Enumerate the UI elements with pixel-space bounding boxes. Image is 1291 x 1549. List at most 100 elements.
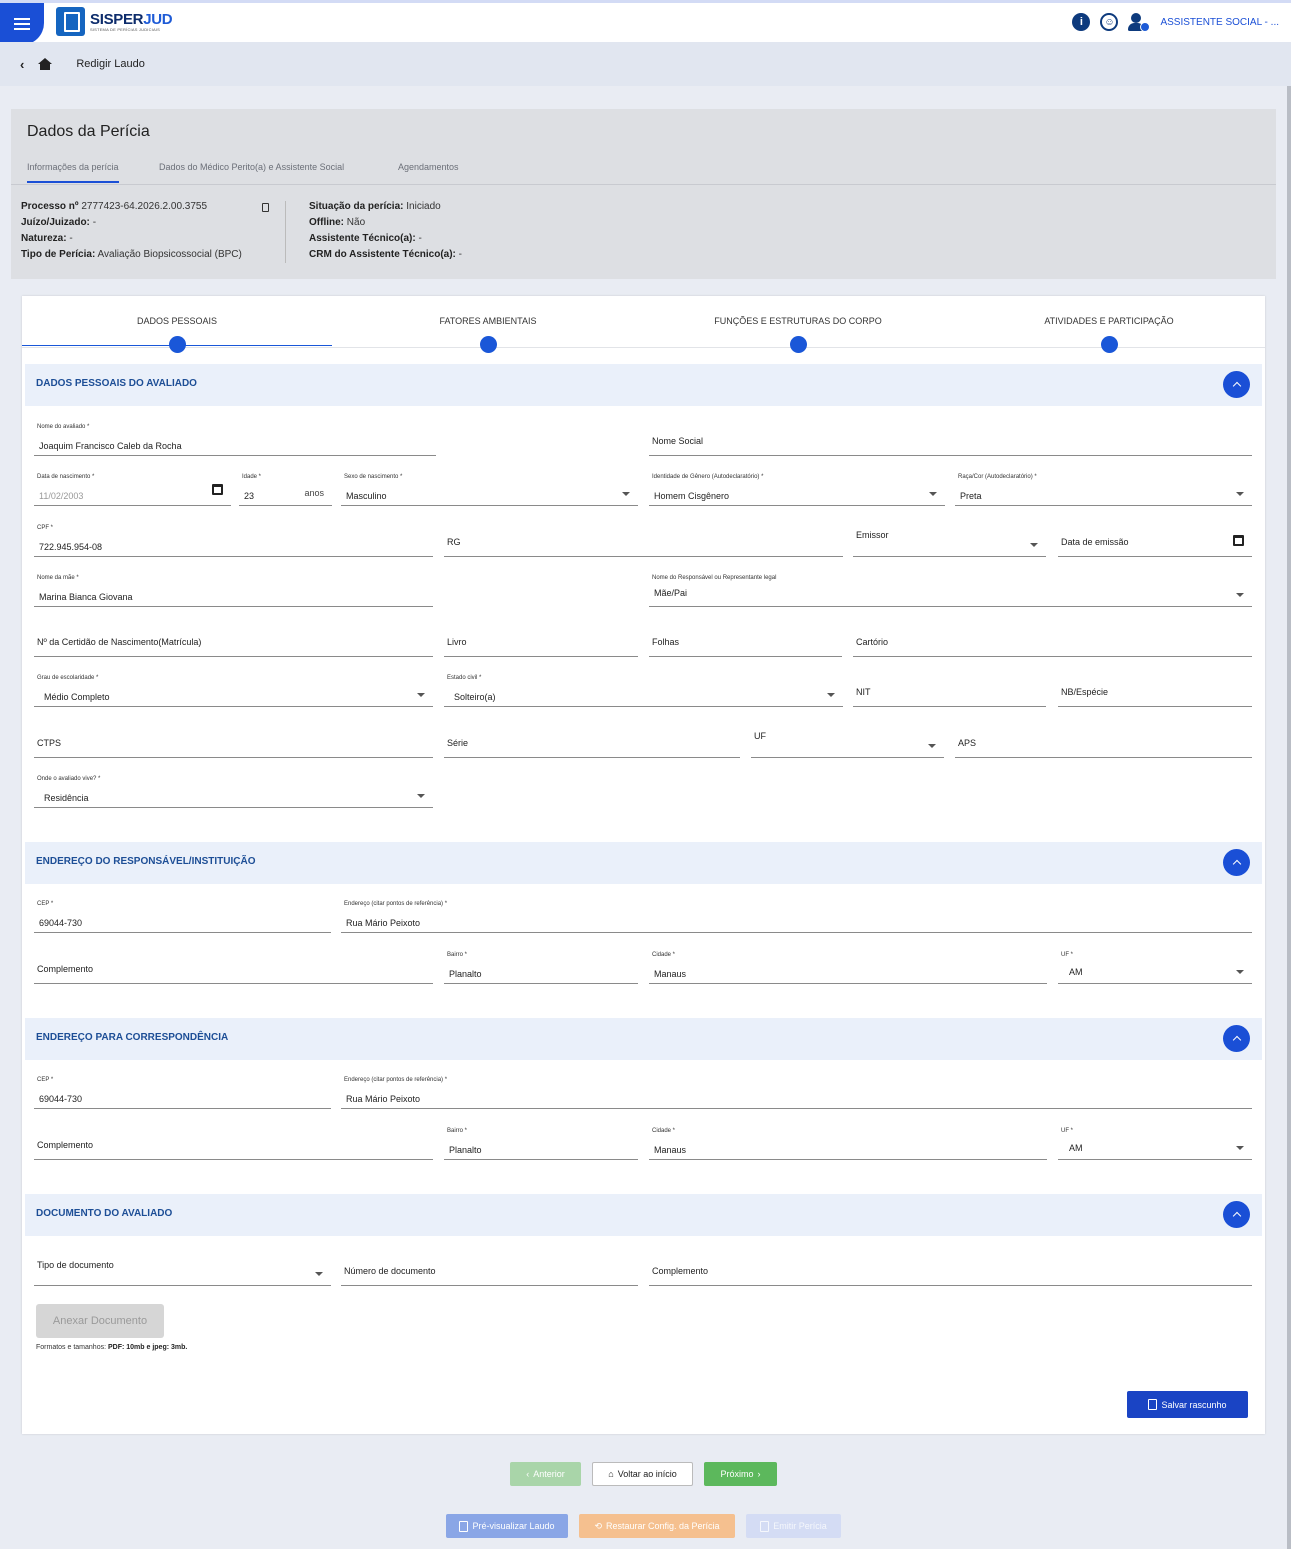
dropdown-caret-icon	[1030, 543, 1038, 547]
copy-icon[interactable]	[262, 203, 269, 212]
uf-correspondencia-select[interactable]: UF * AM	[1058, 1126, 1252, 1160]
stepper: DADOS PESSOAIS FATORES AMBIENTAIS FUNÇÕE…	[22, 296, 1265, 353]
data-nascimento-field[interactable]: Data de nascimento * 11/02/2003	[34, 472, 231, 506]
escolaridade-select[interactable]: Grau de escolaridade * Médio Completo	[34, 673, 433, 707]
crm-label: CRM do Assistente Técnico(a):	[309, 249, 456, 260]
complemento-documento-field[interactable]: Complemento	[649, 1252, 1252, 1286]
restaurar-config-button[interactable]: ⟲ Restaurar Config. da Perícia	[579, 1514, 735, 1538]
dropdown-caret-icon	[417, 794, 425, 798]
nome-social-field[interactable]: Nome Social	[649, 422, 1252, 456]
juizo-label: Juízo/Juizado:	[21, 217, 90, 228]
step-dot[interactable]	[480, 336, 497, 353]
step-funcoes-estruturas[interactable]: FUNÇÕES E ESTRUTURAS DO CORPO	[643, 316, 953, 326]
step-dot[interactable]	[790, 336, 807, 353]
pre-visualizar-laudo-button[interactable]: Pré-visualizar Laudo	[446, 1514, 568, 1538]
tipo-label: Tipo de Perícia:	[21, 249, 96, 260]
uf-endereco-select[interactable]: UF * AM	[1058, 950, 1252, 984]
home-icon[interactable]	[38, 58, 53, 70]
certidao-field[interactable]: Nº da Certidão de Nascimento(Matrícula)	[34, 623, 433, 657]
app-logo[interactable]: SISPERJUD SISTEMA DE PERÍCIAS JUDICIAIS	[56, 7, 173, 36]
complemento-field[interactable]: Complemento	[34, 950, 433, 984]
serie-field[interactable]: Série	[444, 724, 740, 758]
tab-informacoes[interactable]: Informações da perícia	[27, 162, 119, 183]
step-fatores-ambientais[interactable]: FATORES AMBIENTAIS	[333, 316, 643, 326]
natureza-value: -	[69, 233, 73, 244]
idade-field: Idade * 23 anos	[239, 472, 332, 506]
page-title: Dados da Perícia	[27, 123, 150, 140]
formats-hint: Formatos e tamanhos: PDF: 10mb e jpeg: 3…	[36, 1344, 188, 1351]
section-endereco-responsavel: ENDEREÇO DO RESPONSÁVEL/INSTITUIÇÃO	[25, 842, 1262, 884]
onde-vive-select[interactable]: Onde o avaliado vive? * Residência	[34, 774, 433, 808]
dropdown-caret-icon	[622, 492, 630, 496]
nb-especie-field[interactable]: NB/Espécie	[1058, 673, 1252, 707]
anexar-documento-button[interactable]: Anexar Documento	[36, 1304, 164, 1338]
cpf-field[interactable]: CPF * 722.945.954-08	[34, 523, 433, 557]
complemento-correspondencia-field[interactable]: Complemento	[34, 1126, 433, 1160]
uf-select[interactable]: UF	[751, 724, 944, 758]
salvar-rascunho-button[interactable]: Salvar rascunho	[1127, 1391, 1248, 1418]
preview-document-icon	[459, 1520, 469, 1532]
user-menu[interactable]: ASSISTENTE SOCIAL - ...	[1160, 17, 1279, 28]
emitir-pericia-button[interactable]: Emitir Perícia	[746, 1514, 841, 1538]
tab-dados-medico[interactable]: Dados do Médico Perito(a) e Assistente S…	[159, 162, 344, 172]
cidade-correspondencia-field[interactable]: Cidade * Manaus	[649, 1126, 1047, 1160]
endereco-correspondencia-field[interactable]: Endereço (citar pontos de referência) * R…	[341, 1075, 1252, 1109]
cep-field[interactable]: CEP * 69044-730	[34, 899, 331, 933]
logo-document-icon	[56, 7, 85, 36]
user-check-icon[interactable]	[1128, 12, 1151, 32]
back-chevron-icon[interactable]: ‹	[20, 57, 24, 72]
bairro-correspondencia-field[interactable]: Bairro * Planalto	[444, 1126, 638, 1160]
proximo-button[interactable]: Próximo ›	[704, 1462, 777, 1486]
dropdown-caret-icon	[928, 744, 936, 748]
emissor-select[interactable]: Emissor	[853, 523, 1046, 557]
tipo-documento-select[interactable]: Tipo de documento	[34, 1252, 331, 1286]
offline-value: Não	[346, 217, 366, 228]
dropdown-caret-icon	[417, 693, 425, 697]
section-title: DOCUMENTO DO AVALIADO	[36, 1208, 173, 1219]
numero-documento-field[interactable]: Número de documento	[341, 1252, 638, 1286]
ctps-field[interactable]: CTPS	[34, 724, 433, 758]
section-title: ENDEREÇO DO RESPONSÁVEL/INSTITUIÇÃO	[36, 856, 256, 867]
info-right: Situação da perícia: Iniciado Offline: N…	[309, 199, 462, 263]
cep-correspondencia-field[interactable]: CEP * 69044-730	[34, 1075, 331, 1109]
collapse-chevron-icon[interactable]	[1223, 849, 1250, 876]
pericia-header: Dados da Perícia Informações da perícia …	[11, 109, 1276, 279]
step-dot[interactable]	[169, 336, 186, 353]
aps-field[interactable]: APS	[955, 724, 1252, 758]
folhas-field[interactable]: Folhas	[649, 623, 842, 657]
calendar-icon[interactable]	[212, 484, 223, 495]
sexo-select[interactable]: Sexo de nascimento * Masculino	[341, 472, 638, 506]
collapse-chevron-icon[interactable]	[1223, 1201, 1250, 1228]
cidade-field[interactable]: Cidade * Manaus	[649, 950, 1047, 984]
step-dados-pessoais[interactable]: DADOS PESSOAIS	[22, 316, 332, 326]
genero-select[interactable]: Identidade de Gênero (Autodeclaratório) …	[649, 472, 945, 506]
voltar-inicio-button[interactable]: ⌂ Voltar ao início	[592, 1462, 693, 1486]
collapse-chevron-icon[interactable]	[1223, 1025, 1250, 1052]
processo-label: Processo nº	[21, 201, 79, 212]
rg-field[interactable]: RG	[444, 523, 843, 557]
tab-agendamentos[interactable]: Agendamentos	[398, 162, 459, 172]
estado-civil-select[interactable]: Estado civil * Solteiro(a)	[444, 673, 843, 707]
nome-mae-field[interactable]: Nome da mãe * Marina Bianca Giovana	[34, 573, 433, 607]
cartorio-field[interactable]: Cartório	[853, 623, 1252, 657]
calendar-icon[interactable]	[1233, 535, 1244, 546]
data-emissao-field[interactable]: Data de emissão	[1058, 523, 1252, 557]
dropdown-caret-icon	[1236, 492, 1244, 496]
endereco-field[interactable]: Endereço (citar pontos de referência) * R…	[341, 899, 1252, 933]
nome-field[interactable]: Nome do avaliado * Joaquim Francisco Cale…	[34, 422, 436, 456]
responsavel-select[interactable]: Nome do Responsável ou Representante leg…	[649, 573, 1252, 607]
page-scrollbar[interactable]	[1287, 86, 1291, 1549]
bairro-field[interactable]: Bairro * Planalto	[444, 950, 638, 984]
accessibility-icon[interactable]: ☺	[1100, 13, 1119, 31]
nit-field[interactable]: NIT	[853, 673, 1046, 707]
assistente-label: Assistente Técnico(a):	[309, 233, 416, 244]
info-icon[interactable]: i	[1072, 13, 1091, 31]
livro-field[interactable]: Livro	[444, 623, 638, 657]
info-left: Processo nº 2777423-64.2026.2.00.3755 Ju…	[21, 199, 242, 263]
raca-select[interactable]: Raça/Cor (Autodeclaratório) * Preta	[955, 472, 1252, 506]
collapse-chevron-icon[interactable]	[1223, 371, 1250, 398]
step-dot[interactable]	[1101, 336, 1118, 353]
step-atividades-participacao[interactable]: ATIVIDADES E PARTICIPAÇÃO	[954, 316, 1264, 326]
hamburger-menu-button[interactable]	[0, 3, 44, 45]
anterior-button[interactable]: ‹ Anterior	[510, 1462, 581, 1486]
